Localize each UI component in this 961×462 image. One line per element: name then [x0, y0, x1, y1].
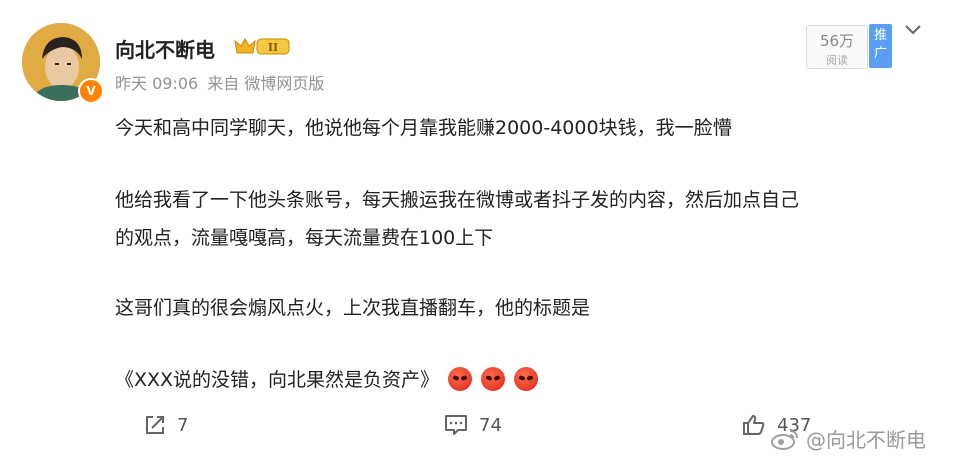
angry-face-icon — [514, 367, 539, 391]
read-count: 56万 — [819, 32, 855, 50]
post-title-quote: 《XXX说的没错，向北果然是负资产》 — [115, 369, 440, 391]
post-text-line-1: 今天和高中同学聊天，他说他每个月靠我能赚2000-4000块钱，我一脸懵 — [115, 117, 732, 139]
post-text-line-3: 的观点，流量嘎嘎高，每天流量费在100上下 — [115, 227, 494, 249]
author-name[interactable]: 向北不断电 — [115, 34, 215, 63]
post-text-line-2: 他给我看了一下他头条账号，每天搬运我在微博或者抖子发的内容，然后加点自己 — [115, 189, 800, 211]
comment-button[interactable]: 74 — [443, 410, 502, 440]
crown-badge-icon[interactable]: II — [233, 35, 291, 57]
post-text-line-5: 《XXX说的没错，向北果然是负资产》 — [115, 365, 539, 392]
watermark: @向北不断电 — [770, 424, 926, 453]
svg-text:II: II — [268, 41, 278, 54]
comment-count: 74 — [479, 414, 502, 436]
thumbs-up-icon — [743, 415, 765, 435]
repost-button[interactable]: 7 — [143, 410, 188, 440]
comment-icon — [445, 415, 467, 435]
post-source: 来自 微博网页版 — [207, 74, 325, 93]
verified-badge-icon: V — [78, 78, 104, 104]
repost-count: 7 — [177, 414, 189, 436]
angry-face-icon — [448, 367, 473, 391]
watermark-text: @向北不断电 — [806, 428, 926, 452]
angry-face-icon — [481, 367, 506, 391]
weibo-logo-icon — [771, 429, 798, 450]
read-count-box: 56万 阅读 — [806, 25, 868, 69]
post-text-line-4: 这哥们真的很会煽风点火，上次我直播翻车，他的标题是 — [115, 297, 591, 319]
promote-button[interactable]: 推 广 — [869, 24, 892, 68]
post-meta: 昨天 09:06 来自 微博网页版 — [115, 70, 328, 94]
post-time[interactable]: 昨天 09:06 — [115, 74, 198, 93]
chevron-down-icon[interactable] — [903, 20, 923, 40]
read-label: 阅读 — [826, 54, 848, 67]
repost-icon — [146, 416, 164, 434]
